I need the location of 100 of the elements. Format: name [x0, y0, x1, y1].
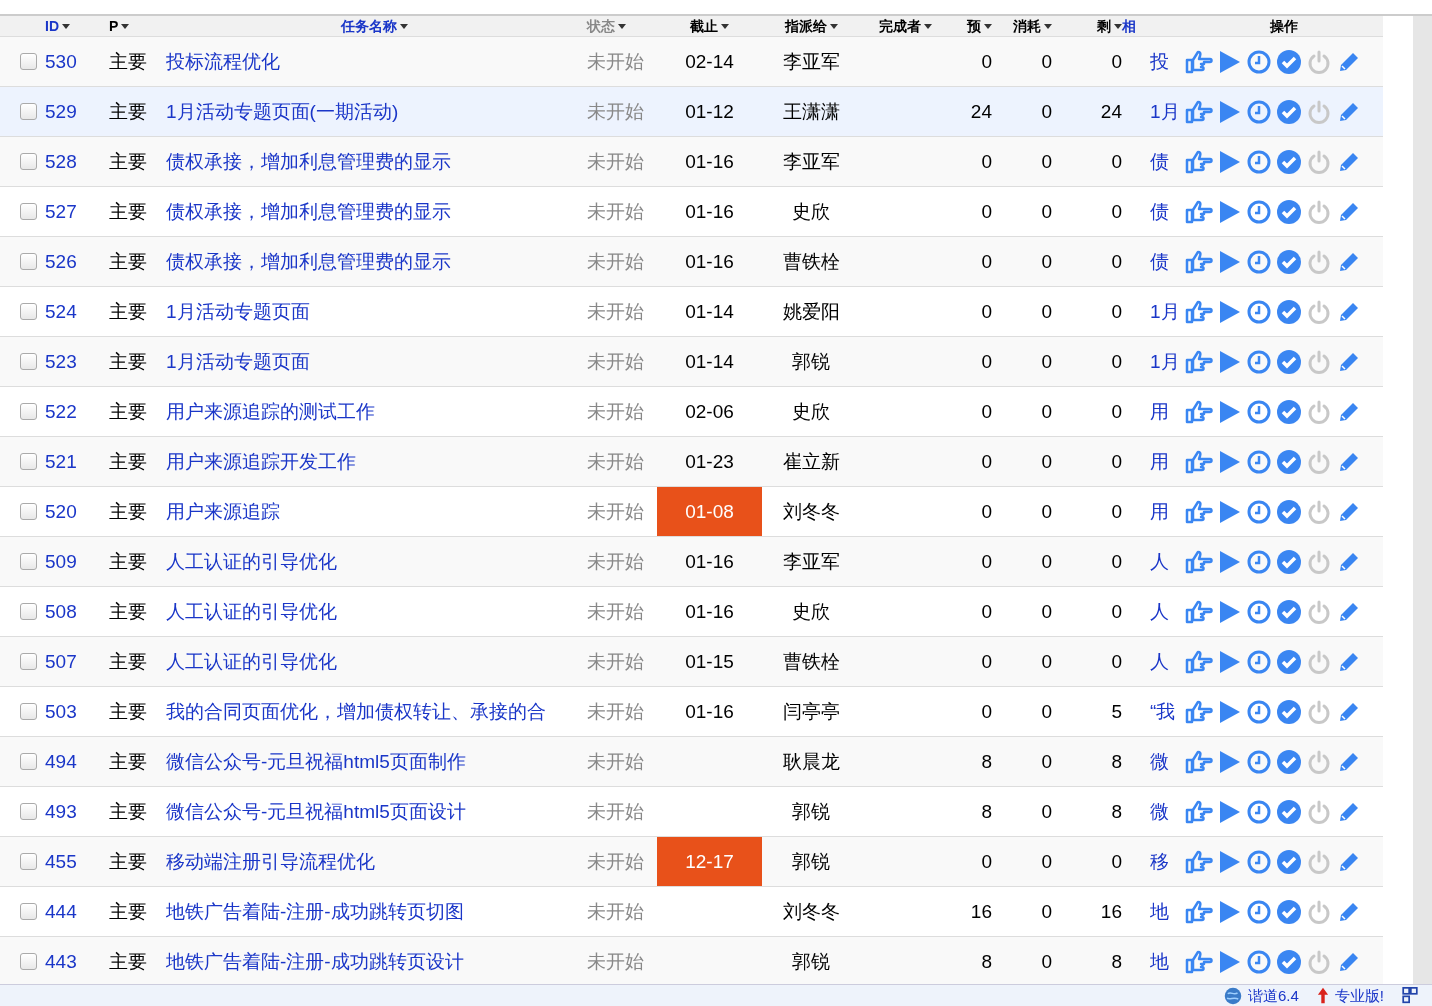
column-header[interactable]: 预	[967, 18, 981, 34]
clock-icon[interactable]	[1247, 799, 1271, 824]
play-icon[interactable]	[1219, 749, 1241, 774]
column-header[interactable]: 任务名称	[341, 18, 397, 34]
check-circle-icon[interactable]	[1277, 149, 1301, 174]
play-icon[interactable]	[1219, 49, 1241, 74]
clock-icon[interactable]	[1247, 649, 1271, 674]
check-circle-icon[interactable]	[1277, 799, 1301, 824]
highlighted-row[interactable]: 529 主要 1月活动专题页面(一期活动) 未开始 01-12 王潇潇 24 0 24 1月	[0, 87, 1383, 137]
checkbox[interactable]	[20, 553, 37, 570]
clock-icon[interactable]	[1247, 349, 1271, 374]
related-link[interactable]: 微	[1122, 798, 1185, 825]
task-id-link[interactable]: 443	[40, 950, 105, 973]
related-link[interactable]: 1月	[1122, 298, 1185, 325]
checkbox[interactable]	[20, 753, 37, 770]
check-circle-icon[interactable]	[1277, 749, 1301, 774]
play-icon[interactable]	[1219, 599, 1241, 624]
related-link[interactable]: 用	[1122, 448, 1185, 475]
checkbox[interactable]	[20, 353, 37, 370]
task-id-link[interactable]: 455	[40, 850, 105, 873]
check-circle-icon[interactable]	[1277, 449, 1301, 474]
clock-icon[interactable]	[1247, 299, 1271, 324]
play-icon[interactable]	[1219, 99, 1241, 124]
task-id-link[interactable]: 493	[40, 800, 105, 823]
version-link[interactable]: 谐道6.4	[1247, 986, 1299, 1005]
checkbox[interactable]	[20, 653, 37, 670]
task-id-link[interactable]: 494	[40, 750, 105, 773]
related-link[interactable]: 用	[1122, 498, 1185, 525]
task-id-link[interactable]: 527	[40, 200, 105, 223]
checkbox[interactable]	[20, 803, 37, 820]
task-name-link[interactable]: 地铁广告着陆-注册-成功跳转页设计	[163, 948, 583, 975]
check-circle-icon[interactable]	[1277, 699, 1301, 724]
task-id-link[interactable]: 529	[40, 100, 105, 123]
task-name-link[interactable]: 1月活动专题页面	[163, 298, 583, 325]
check-circle-icon[interactable]	[1277, 949, 1301, 974]
task-id-link[interactable]: 521	[40, 450, 105, 473]
task-name-link[interactable]: 人工认证的引导优化	[163, 648, 583, 675]
play-icon[interactable]	[1219, 249, 1241, 274]
related-link[interactable]: 移	[1122, 848, 1185, 875]
task-name-link[interactable]: 人工认证的引导优化	[163, 598, 583, 625]
related-link[interactable]: 债	[1122, 198, 1185, 225]
column-header[interactable]: 指派给	[784, 18, 827, 34]
checkbox[interactable]	[20, 503, 37, 520]
play-icon[interactable]	[1219, 399, 1241, 424]
clock-icon[interactable]	[1247, 99, 1271, 124]
checkbox[interactable]	[20, 53, 37, 70]
checkbox[interactable]	[20, 253, 37, 270]
clock-icon[interactable]	[1247, 849, 1271, 874]
clock-icon[interactable]	[1247, 399, 1271, 424]
task-name-link[interactable]: 我的合同页面优化，增加债权转让、承接的合	[163, 698, 583, 725]
task-name-link[interactable]: 1月活动专题页面(一期活动)	[163, 98, 583, 125]
clock-icon[interactable]	[1247, 149, 1271, 174]
column-header[interactable]: P	[109, 18, 119, 34]
play-icon[interactable]	[1219, 449, 1241, 474]
related-link[interactable]: 地	[1122, 898, 1185, 925]
task-name-link[interactable]: 1月活动专题页面	[163, 348, 583, 375]
task-id-link[interactable]: 520	[40, 500, 105, 523]
checkbox[interactable]	[20, 853, 37, 870]
task-name-link[interactable]: 地铁广告着陆-注册-成功跳转页切图	[163, 898, 583, 925]
play-icon[interactable]	[1219, 899, 1241, 924]
checkbox[interactable]	[20, 453, 37, 470]
upgrade-link[interactable]: 专业版!	[1334, 986, 1384, 1005]
task-id-link[interactable]: 528	[40, 150, 105, 173]
play-icon[interactable]	[1219, 499, 1241, 524]
column-header[interactable]: 消耗	[1013, 18, 1041, 34]
clock-icon[interactable]	[1247, 249, 1271, 274]
checkbox[interactable]	[20, 203, 37, 220]
clock-icon[interactable]	[1247, 899, 1271, 924]
related-link[interactable]: 用	[1122, 398, 1185, 425]
task-name-link[interactable]: 移动端注册引导流程优化	[163, 848, 583, 875]
task-id-link[interactable]: 509	[40, 550, 105, 573]
play-icon[interactable]	[1219, 649, 1241, 674]
check-circle-icon[interactable]	[1277, 649, 1301, 674]
checkbox[interactable]	[20, 703, 37, 720]
task-name-link[interactable]: 微信公众号-元旦祝福html5页面设计	[163, 798, 583, 825]
clock-icon[interactable]	[1247, 449, 1271, 474]
clock-icon[interactable]	[1247, 949, 1271, 974]
checkbox[interactable]	[20, 303, 37, 320]
checkbox[interactable]	[20, 603, 37, 620]
check-circle-icon[interactable]	[1277, 249, 1301, 274]
task-id-link[interactable]: 530	[40, 50, 105, 73]
check-circle-icon[interactable]	[1277, 399, 1301, 424]
check-circle-icon[interactable]	[1277, 549, 1301, 574]
check-circle-icon[interactable]	[1277, 299, 1301, 324]
play-icon[interactable]	[1219, 949, 1241, 974]
play-icon[interactable]	[1219, 699, 1241, 724]
task-name-link[interactable]: 微信公众号-元旦祝福html5页面制作	[163, 748, 583, 775]
related-link[interactable]: 债	[1122, 248, 1185, 275]
play-icon[interactable]	[1219, 549, 1241, 574]
clock-icon[interactable]	[1247, 549, 1271, 574]
clock-icon[interactable]	[1247, 599, 1271, 624]
task-id-link[interactable]: 508	[40, 600, 105, 623]
clock-icon[interactable]	[1247, 49, 1271, 74]
checkbox[interactable]	[20, 103, 37, 120]
checkbox[interactable]	[20, 903, 37, 920]
task-id-link[interactable]: 444	[40, 900, 105, 923]
task-name-link[interactable]: 投标流程优化	[163, 48, 583, 75]
play-icon[interactable]	[1219, 199, 1241, 224]
task-name-link[interactable]: 人工认证的引导优化	[163, 548, 583, 575]
related-link[interactable]: 人	[1122, 598, 1185, 625]
